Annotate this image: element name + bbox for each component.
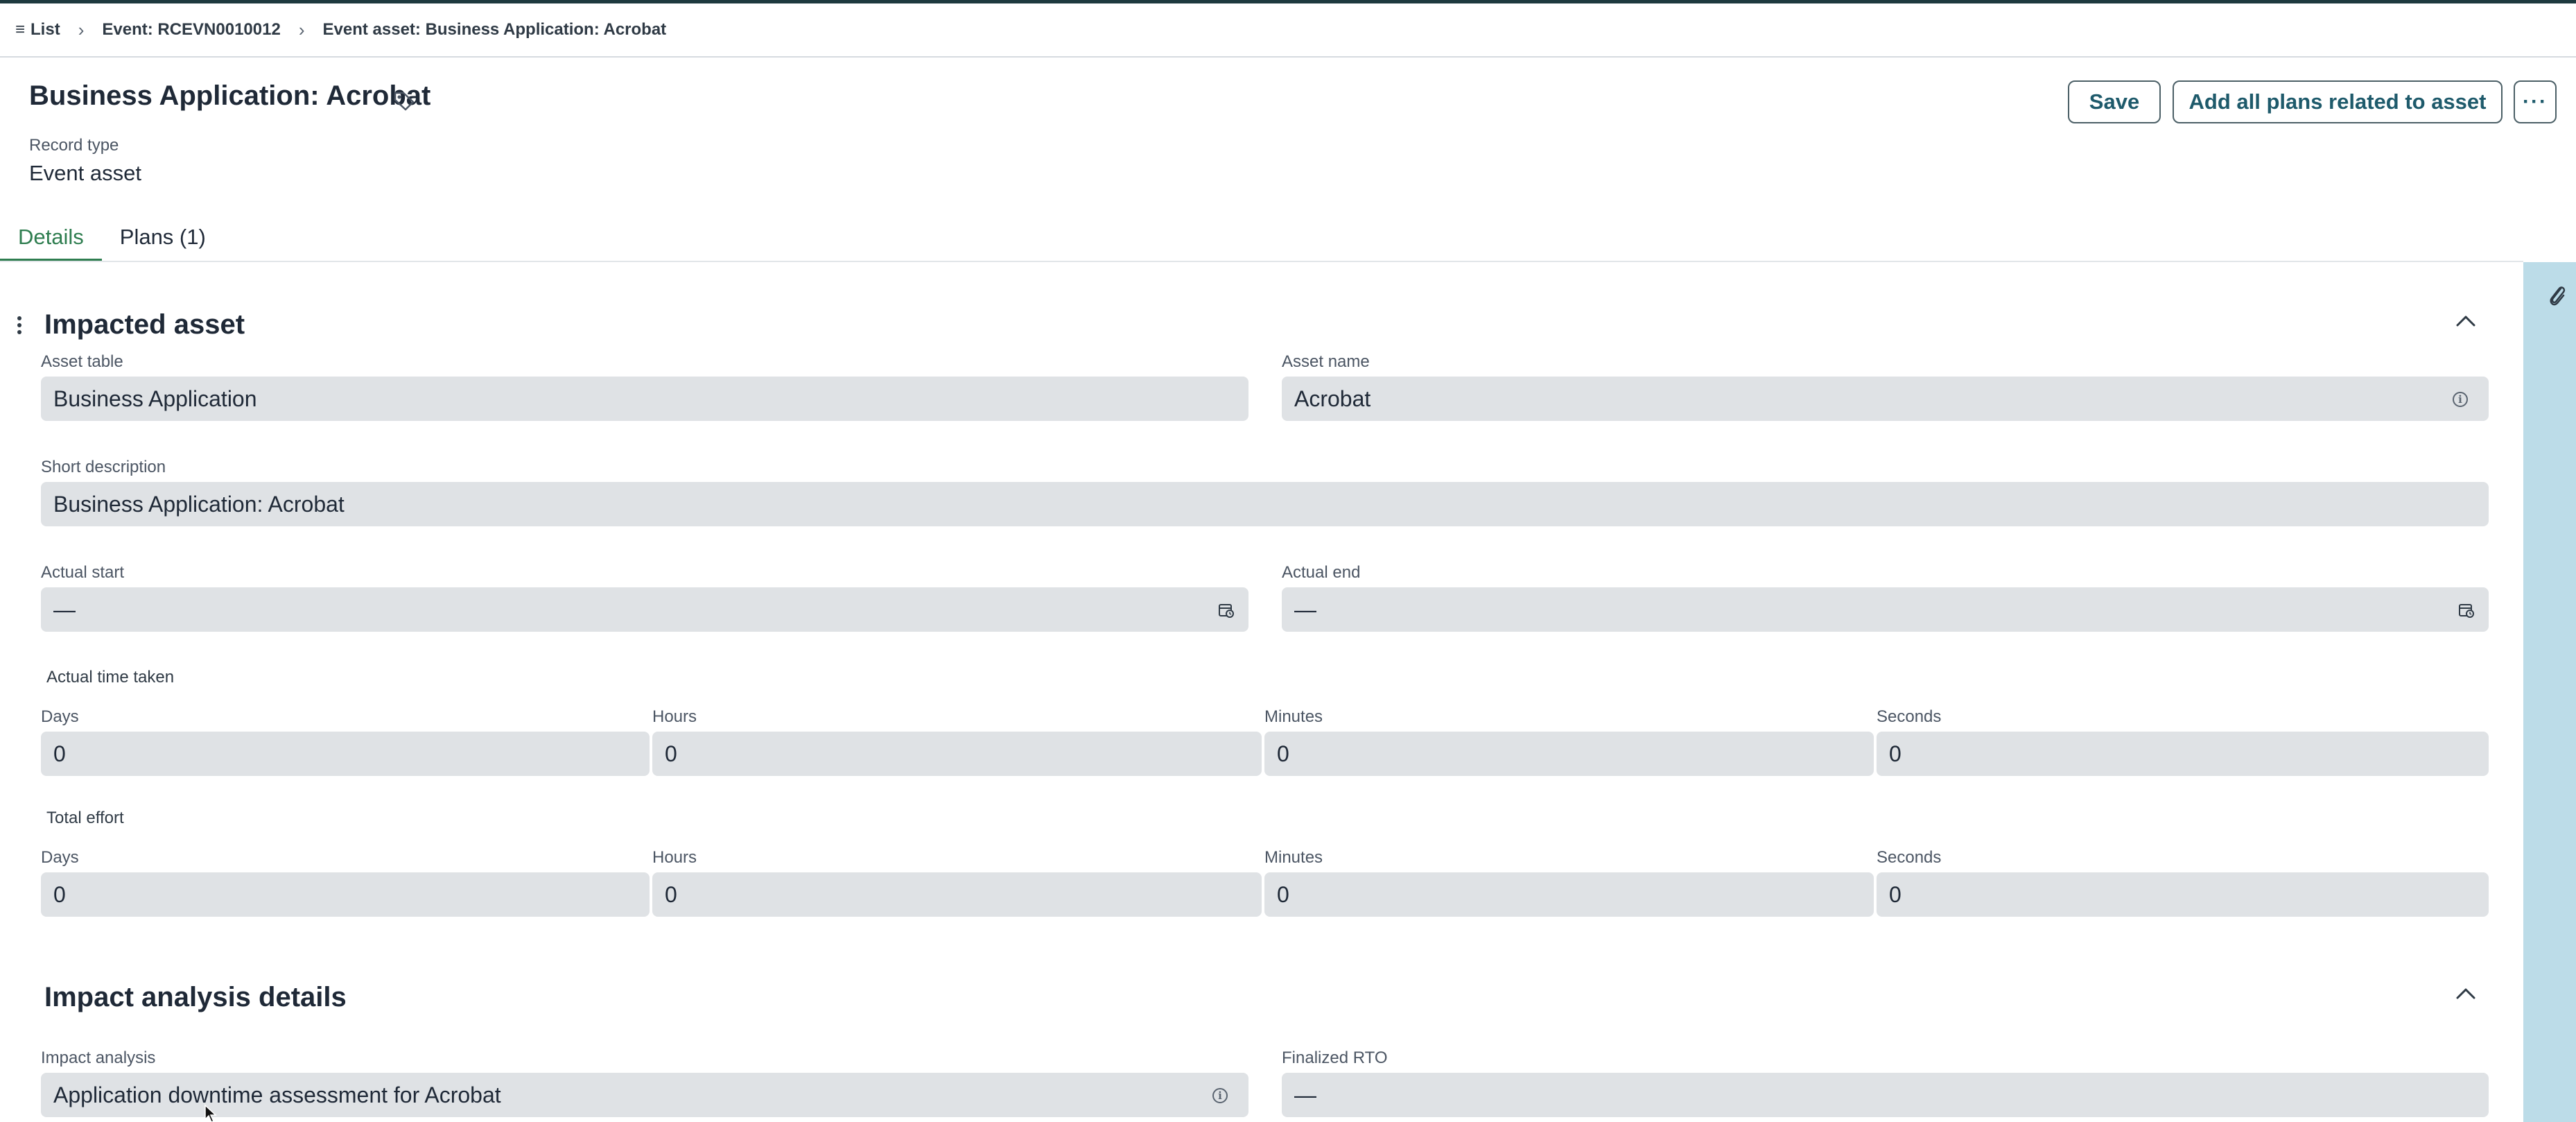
te-seconds-label: Seconds xyxy=(1877,848,1942,867)
page-title: Business Application: Acrobat xyxy=(29,80,431,111)
breadcrumb-event[interactable]: Event: RCEVN0010012 xyxy=(102,20,280,40)
impact-analysis-label: Impact analysis xyxy=(41,1048,156,1067)
paperclip-icon[interactable] xyxy=(2547,283,2568,309)
te-days-field[interactable]: 0 xyxy=(41,872,650,917)
actual-start-field[interactable]: — xyxy=(41,587,1248,632)
impact-analysis-value: Application downtime assessment for Acro… xyxy=(53,1082,501,1107)
breadcrumb: ≡ List › Event: RCEVN0010012 › Event ass… xyxy=(0,3,2576,58)
actual-end-label: Actual end xyxy=(1282,563,1361,582)
att-days-value: 0 xyxy=(53,741,66,766)
breadcrumb-current: Event asset: Business Application: Acrob… xyxy=(323,20,667,40)
section-title-impact-analysis: Impact analysis details xyxy=(44,982,347,1012)
finalized-rto-label: Finalized RTO xyxy=(1282,1048,1388,1067)
tab-bar: Details Plans (1) xyxy=(0,215,224,262)
att-hours-value: 0 xyxy=(665,741,677,766)
te-minutes-field[interactable]: 0 xyxy=(1264,872,1874,917)
te-minutes-label: Minutes xyxy=(1264,848,1323,867)
impact-analysis-field[interactable]: Application downtime assessment for Acro… xyxy=(41,1073,1248,1117)
att-hours-field[interactable]: 0 xyxy=(652,732,1262,776)
actual-start-label: Actual start xyxy=(41,563,125,582)
add-all-plans-button[interactable]: Add all plans related to asset xyxy=(2173,80,2503,123)
att-seconds-value: 0 xyxy=(1889,741,1901,766)
record-type-value: Event asset xyxy=(29,161,141,185)
asset-name-label: Asset name xyxy=(1282,352,1370,371)
te-seconds-field[interactable]: 0 xyxy=(1877,872,2489,917)
finalized-rto-field[interactable]: — xyxy=(1282,1073,2489,1117)
short-description-field[interactable]: Business Application: Acrobat xyxy=(41,482,2489,526)
tag-icon[interactable] xyxy=(392,90,416,111)
actual-time-taken-label: Actual time taken xyxy=(46,668,175,687)
breadcrumb-list[interactable]: ≡ List xyxy=(15,20,60,40)
asset-table-label: Asset table xyxy=(41,352,123,371)
finalized-rto-value: — xyxy=(1294,1082,1316,1107)
actual-end-value: — xyxy=(1294,596,1316,622)
drag-handle-icon[interactable] xyxy=(15,315,24,336)
att-hours-label: Hours xyxy=(652,707,697,726)
actual-start-value: — xyxy=(53,596,76,622)
att-seconds-label: Seconds xyxy=(1877,707,1942,726)
tab-details[interactable]: Details xyxy=(0,215,102,262)
list-menu-icon: ≡ xyxy=(15,20,26,39)
breadcrumb-list-label: List xyxy=(31,20,60,39)
te-minutes-value: 0 xyxy=(1277,881,1289,907)
asset-table-value: Business Application xyxy=(53,386,257,411)
calendar-icon[interactable] xyxy=(1218,602,1235,619)
tab-plans[interactable]: Plans (1) xyxy=(102,215,224,262)
total-effort-label: Total effort xyxy=(46,809,124,827)
att-days-label: Days xyxy=(41,707,79,726)
asset-name-field[interactable]: Acrobat i xyxy=(1282,377,2489,421)
te-days-label: Days xyxy=(41,848,79,867)
att-minutes-label: Minutes xyxy=(1264,707,1323,726)
calendar-icon[interactable] xyxy=(2458,602,2475,619)
chevron-right-icon: › xyxy=(298,19,305,40)
side-rail xyxy=(2523,262,2576,1122)
record-type-label: Record type xyxy=(29,136,119,155)
att-days-field[interactable]: 0 xyxy=(41,732,650,776)
te-days-value: 0 xyxy=(53,881,66,907)
att-minutes-value: 0 xyxy=(1277,741,1289,766)
te-seconds-value: 0 xyxy=(1889,881,1901,907)
more-actions-button[interactable]: ··· xyxy=(2514,80,2557,123)
asset-table-field[interactable]: Business Application xyxy=(41,377,1248,421)
breadcrumb-current-label: Event asset: Business Application: Acrob… xyxy=(322,20,667,39)
att-minutes-field[interactable]: 0 xyxy=(1264,732,1874,776)
section-title-impacted-asset: Impacted asset xyxy=(44,309,245,340)
chevron-up-icon[interactable] xyxy=(2455,986,2477,1001)
mouse-cursor-icon xyxy=(204,1104,217,1122)
te-hours-label: Hours xyxy=(652,848,697,867)
te-hours-field[interactable]: 0 xyxy=(652,872,1262,917)
asset-name-value: Acrobat xyxy=(1294,386,1371,411)
chevron-up-icon[interactable] xyxy=(2455,313,2477,329)
actual-end-field[interactable]: — xyxy=(1282,587,2489,632)
breadcrumb-event-label: Event: RCEVN0010012 xyxy=(102,20,281,39)
chevron-right-icon: › xyxy=(78,19,85,40)
te-hours-value: 0 xyxy=(665,881,677,907)
tab-divider xyxy=(0,261,2523,262)
info-icon[interactable]: i xyxy=(2453,392,2468,407)
save-button[interactable]: Save xyxy=(2068,80,2161,123)
info-icon[interactable]: i xyxy=(1212,1088,1228,1103)
short-description-value: Business Application: Acrobat xyxy=(53,491,345,517)
short-description-label: Short description xyxy=(41,458,166,476)
att-seconds-field[interactable]: 0 xyxy=(1877,732,2489,776)
